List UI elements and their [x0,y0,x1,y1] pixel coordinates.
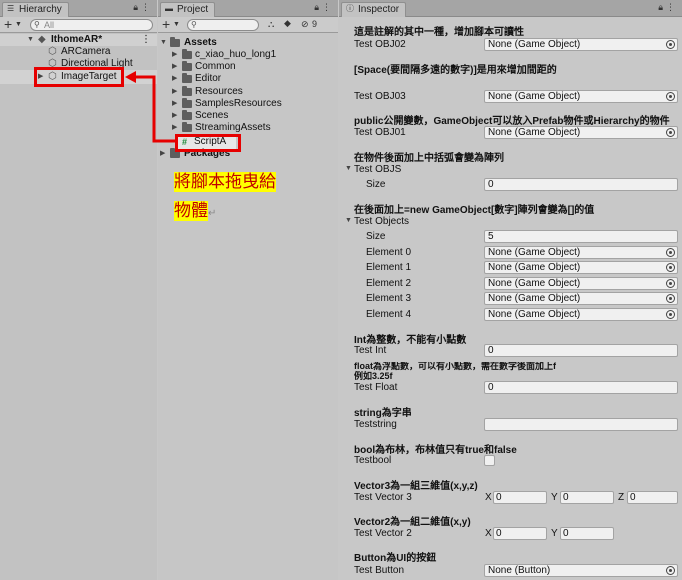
drag-arrow-line [133,75,176,143]
note-line-1: 將腳本拖曳給 [174,172,276,192]
note-line-2: 物體 [174,201,208,221]
drag-instruction-note: 將腳本拖曳給 物體↵ [174,168,298,228]
return-mark-icon: ↵ [208,208,217,219]
drag-arrow-head-icon [125,71,136,83]
drag-arrow-overlay [125,71,176,143]
